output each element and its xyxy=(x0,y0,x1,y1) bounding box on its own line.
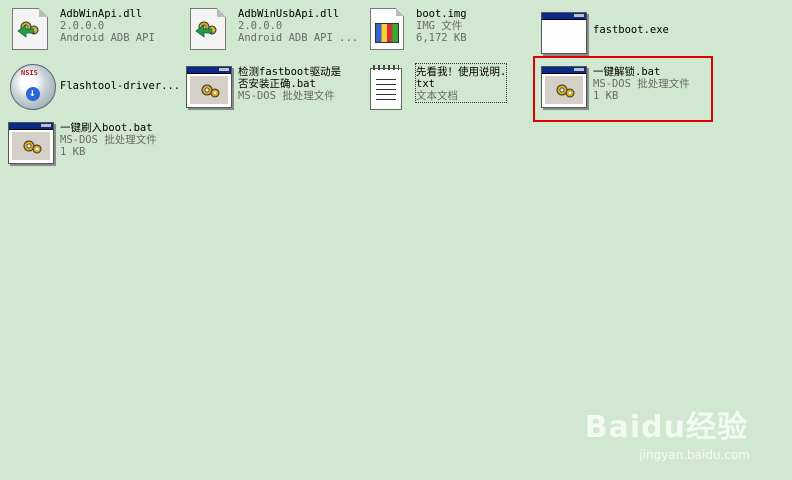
file-name: boot.img xyxy=(416,8,467,20)
img-file-icon xyxy=(364,6,412,52)
text-document-icon xyxy=(364,64,412,110)
file-name-line1: 先看我！使用说明. xyxy=(416,66,507,78)
dll-icon xyxy=(186,6,234,52)
file-adbwinapi-dll[interactable]: AdbWinApi.dll 2.0.0.0 Android ADB API xyxy=(8,6,155,52)
file-name: 一键解锁.bat xyxy=(593,66,661,78)
file-one-click-unlock-bat[interactable]: 一键解锁.bat MS-DOS 批处理文件 1 KB xyxy=(541,64,690,110)
file-boot-img[interactable]: boot.img IMG 文件 6,172 KB xyxy=(364,6,467,52)
batch-file-icon xyxy=(8,120,56,166)
batch-file-icon xyxy=(186,64,234,110)
baidu-jingyan-watermark-url: jingyan.baidu.com xyxy=(639,448,750,462)
file-type: IMG 文件 xyxy=(416,20,463,32)
file-version: 2.0.0.0 xyxy=(60,20,105,32)
file-name-line2: 否安装正确.bat xyxy=(238,78,316,90)
file-size: 1 KB xyxy=(593,90,619,102)
file-name-line2: txt xyxy=(416,78,435,90)
file-version: 2.0.0.0 xyxy=(238,20,283,32)
file-size: 6,172 KB xyxy=(416,32,467,44)
file-type: MS-DOS 批处理文件 xyxy=(593,78,690,90)
batch-file-icon xyxy=(541,64,589,110)
file-description: Android ADB API xyxy=(60,32,155,44)
file-one-click-flash-boot-bat[interactable]: 一键刷入boot.bat MS-DOS 批处理文件 1 KB xyxy=(8,120,157,166)
file-name: AdbWinUsbApi.dll xyxy=(238,8,340,20)
file-fastboot-exe[interactable]: fastboot.exe xyxy=(541,10,669,56)
file-type: 文本文档 xyxy=(416,90,458,102)
file-size: 1 KB xyxy=(60,146,86,158)
file-name: AdbWinApi.dll xyxy=(60,8,143,20)
file-adbwinusbapi-dll[interactable]: AdbWinUsbApi.dll 2.0.0.0 Android ADB API… xyxy=(186,6,358,52)
file-flashtool-driver[interactable]: NSIS Flashtool-driver... xyxy=(8,64,180,110)
file-description: Android ADB API ... xyxy=(238,32,359,44)
file-readme-txt[interactable]: 先看我！使用说明. txt 文本文档 xyxy=(364,63,508,110)
nsis-installer-icon: NSIS xyxy=(8,64,56,110)
file-type: MS-DOS 批处理文件 xyxy=(238,90,335,102)
baidu-jingyan-watermark-logo: Baidu经验 xyxy=(584,410,748,445)
file-check-fastboot-driver-bat[interactable]: 检测fastboot驱动是 否安装正确.bat MS-DOS 批处理文件 xyxy=(186,64,341,110)
file-name: 一键刷入boot.bat xyxy=(60,122,153,134)
file-name: fastboot.exe xyxy=(593,24,669,36)
file-type: MS-DOS 批处理文件 xyxy=(60,134,157,146)
exe-window-icon xyxy=(541,10,589,56)
file-name-line1: 检测fastboot驱动是 xyxy=(238,66,342,78)
file-name: Flashtool-driver... xyxy=(60,80,181,92)
dll-icon xyxy=(8,6,56,52)
